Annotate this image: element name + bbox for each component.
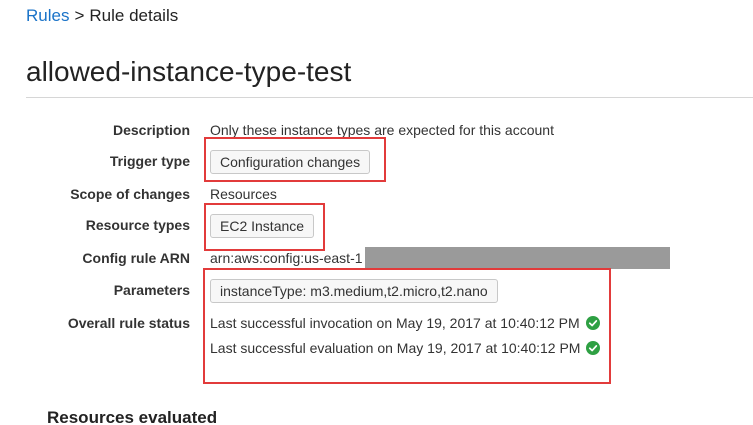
- arn-redaction-bar: [365, 247, 670, 269]
- description-label: Description: [112, 122, 190, 138]
- arn-label: Config rule ARN: [82, 250, 190, 266]
- resources-evaluated-heading: Resources evaluated: [47, 408, 218, 425]
- arn-value: arn:aws:config:us-east-1: [210, 250, 363, 266]
- breadcrumb-rules-link[interactable]: Rules: [26, 6, 69, 25]
- breadcrumb-separator: >: [74, 6, 85, 25]
- highlight-box-resource-types: [204, 203, 325, 251]
- resource-types-label: Resource types: [85, 217, 190, 233]
- parameters-label: Parameters: [113, 282, 190, 298]
- detail-row-scope: Scope of changes Resources: [0, 183, 753, 207]
- breadcrumb: Rules > Rule details: [26, 6, 178, 26]
- title-divider: [26, 97, 753, 98]
- rule-details-page: Rules > Rule details allowed-instance-type…: [0, 0, 753, 425]
- trigger-type-label: Trigger type: [109, 153, 190, 169]
- description-value: Only these instance types are expected f…: [210, 122, 554, 138]
- highlight-box-trigger-type: [204, 137, 386, 182]
- highlight-box-parameters-status: [203, 268, 611, 384]
- status-label: Overall rule status: [67, 315, 190, 331]
- breadcrumb-current: Rule details: [89, 6, 179, 25]
- detail-row-resource-types: Resource types EC2 Instance: [0, 214, 753, 238]
- page-title: allowed-instance-type-test: [26, 56, 352, 87]
- scope-label: Scope of changes: [70, 186, 190, 202]
- scope-value: Resources: [210, 186, 277, 202]
